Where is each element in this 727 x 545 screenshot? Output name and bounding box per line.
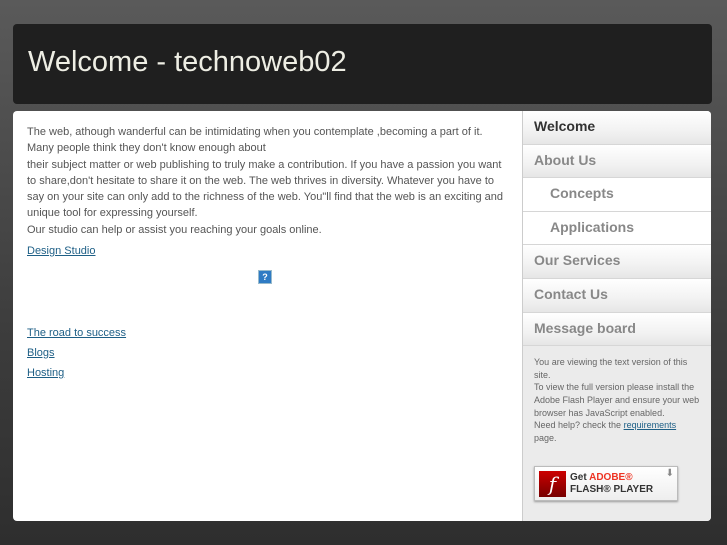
hosting-link[interactable]: Hosting [27, 363, 126, 383]
site-header: Welcome - technoweb02 [13, 24, 712, 104]
sidebar: Welcome About Us Concepts Applications O… [522, 111, 711, 521]
main-content: The web, athough wanderful can be intimi… [27, 124, 507, 259]
notice-text-1: You are viewing the text version of this… [534, 357, 688, 380]
design-studio-link[interactable]: Design Studio [27, 243, 507, 259]
notice-text-2: To view the full version please install … [534, 382, 700, 418]
intro-paragraph-3: Our studio can help or assist you reachi… [27, 223, 322, 236]
flash-player-label: FLASH® PLAYER [570, 484, 654, 496]
nav-about-us[interactable]: About Us [523, 144, 711, 179]
intro-paragraph-2: their subject matter or web publishing t… [27, 158, 503, 220]
flash-adobe-label: ADOBE® [589, 472, 633, 484]
notice-text-3: Need help? check the requirements [534, 419, 700, 432]
blogs-link[interactable]: Blogs [27, 343, 126, 363]
content-panel: The web, athough wanderful can be intimi… [13, 111, 711, 521]
get-flash-player-button[interactable]: f Get ADOBE® FLASH® PLAYER ⬇ [534, 466, 678, 502]
notice-help-text: Need help? check the [534, 420, 622, 431]
nav-contact-us[interactable]: Contact Us [523, 278, 711, 313]
flash-get-label: Get [570, 472, 587, 484]
link-list: The road to success Blogs Hosting [27, 323, 126, 383]
nav-message-board[interactable]: Message board [523, 312, 711, 347]
site-title: Welcome - technoweb02 [28, 46, 347, 78]
download-arrow-icon: ⬇ [665, 468, 674, 480]
flash-get-text: Get ADOBE® [570, 472, 633, 483]
nav-concepts[interactable]: Concepts [523, 178, 711, 212]
flash-logo-icon: f [539, 471, 566, 498]
road-to-success-link[interactable]: The road to success [27, 323, 126, 343]
nav-our-services[interactable]: Our Services [523, 245, 711, 279]
nav-welcome[interactable]: Welcome [523, 111, 711, 145]
help-icon[interactable]: ? [258, 270, 272, 284]
nav-applications[interactable]: Applications [523, 211, 711, 246]
flash-notice: You are viewing the text version of this… [523, 346, 711, 454]
notice-text-4: page. [534, 432, 557, 443]
requirements-link[interactable]: requirements [624, 420, 677, 430]
intro-paragraph-1: The web, athough wanderful can be intimi… [27, 126, 483, 155]
